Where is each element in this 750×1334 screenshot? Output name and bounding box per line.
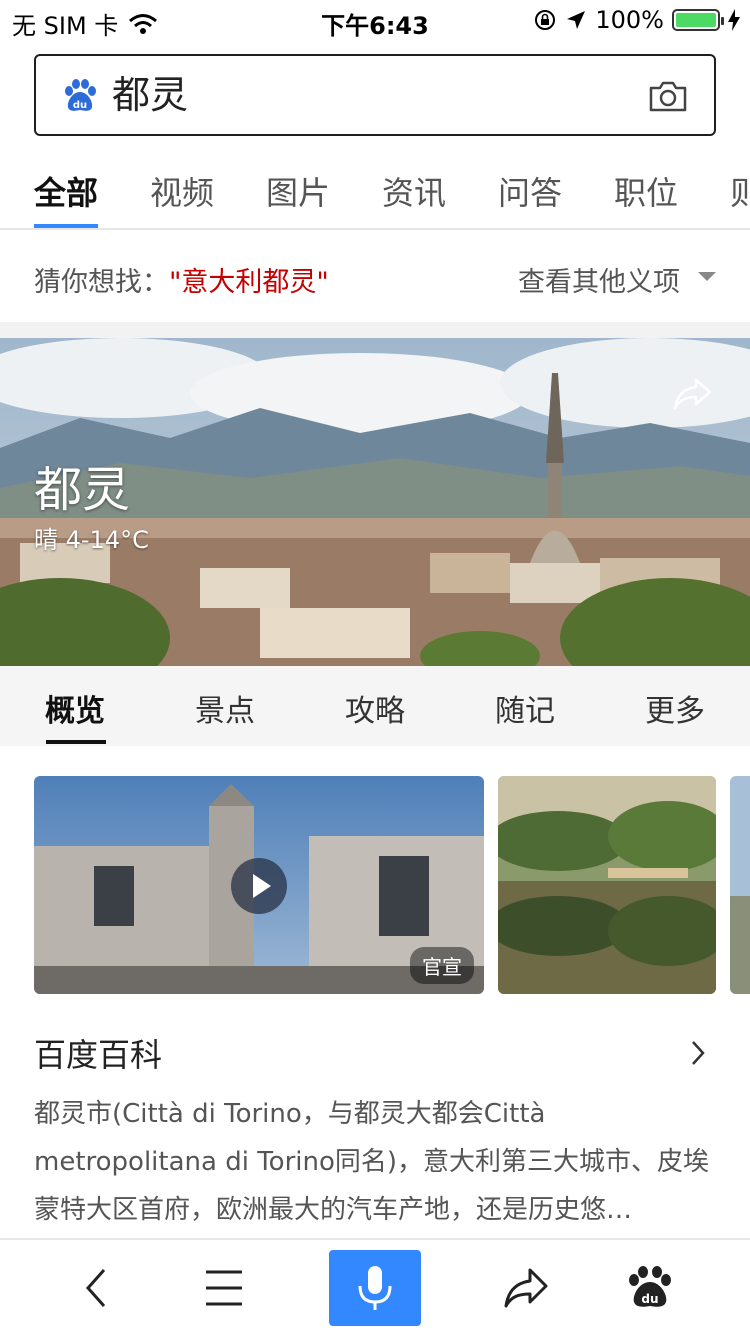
battery-icon: [672, 9, 724, 31]
baidu-paw-icon: du: [65, 79, 96, 111]
baidu-home-button[interactable]: du: [604, 1250, 696, 1326]
hero-city-name: 都灵: [34, 462, 131, 518]
tab-overview[interactable]: 概览: [0, 686, 150, 730]
tab-news[interactable]: 资讯: [382, 168, 446, 214]
section-tabs: 概览 景点 攻略 随记 更多: [0, 666, 750, 746]
camera-icon[interactable]: [648, 78, 688, 114]
tab-video[interactable]: 视频: [150, 168, 214, 214]
chevron-right-icon[interactable]: [690, 1040, 706, 1066]
voice-search-button[interactable]: [329, 1250, 421, 1326]
bottom-toolbar: du: [0, 1238, 750, 1334]
guess-term-link[interactable]: "意大利都灵": [169, 267, 329, 298]
baike-title[interactable]: 百度百科: [34, 1030, 162, 1076]
share-icon[interactable]: [672, 376, 714, 412]
tab-attractions[interactable]: 景点: [150, 686, 300, 730]
location-icon: [567, 11, 586, 29]
tab-notes[interactable]: 随记: [450, 686, 600, 730]
tab-more-cut[interactable]: 则: [730, 168, 750, 214]
hero-weather: 晴 4-14°C: [34, 526, 149, 554]
share-icon: [504, 1268, 548, 1308]
tab-more[interactable]: 更多: [600, 686, 750, 730]
svg-text:du: du: [73, 100, 87, 111]
media-carousel[interactable]: 官宣: [34, 776, 750, 994]
chevron-down-icon: [698, 272, 716, 281]
svg-text:du: du: [641, 1292, 658, 1306]
tab-images[interactable]: 图片: [266, 168, 330, 214]
section-tab-indicator: [46, 740, 106, 744]
back-button[interactable]: [50, 1250, 142, 1326]
tab-indicator: [34, 224, 98, 228]
hero-banner[interactable]: 都灵 晴 4-14°C: [0, 338, 750, 666]
baike-summary[interactable]: 都灵市(Città di Torino，与都灵大都会Città metropol…: [34, 1090, 724, 1234]
guess-row: 猜你想找："意大利都灵" 查看其他义项: [0, 232, 750, 322]
photo-card[interactable]: [498, 776, 716, 994]
menu-icon: [206, 1270, 242, 1306]
search-input[interactable]: 都灵: [112, 70, 188, 120]
menu-button[interactable]: [178, 1250, 270, 1326]
charging-icon: [728, 9, 740, 31]
other-meanings-button[interactable]: 查看其他义项: [518, 260, 680, 299]
rotation-lock-icon: [535, 10, 556, 30]
river-photo: [498, 776, 716, 994]
tab-jobs[interactable]: 职位: [614, 168, 678, 214]
search-box[interactable]: du 都灵: [34, 54, 716, 136]
share-button[interactable]: [480, 1250, 572, 1326]
tab-guides[interactable]: 攻略: [300, 686, 450, 730]
tab-qa[interactable]: 问答: [498, 168, 562, 214]
section-divider: [0, 322, 750, 338]
top-tabs: 全部 视频 图片 资讯 问答 职位 则: [0, 150, 750, 230]
microphone-icon: [358, 1266, 392, 1310]
partial-photo: [730, 776, 750, 994]
play-icon[interactable]: [231, 858, 287, 914]
photo-card-partial[interactable]: [730, 776, 750, 994]
guess-prefix: 猜你想找：: [34, 267, 169, 298]
guess-label: 猜你想找："意大利都灵": [34, 260, 329, 299]
tab-all[interactable]: 全部: [34, 168, 98, 214]
battery-percent: 100%: [595, 6, 664, 34]
official-badge: 官宣: [410, 947, 474, 984]
back-icon: [85, 1269, 106, 1307]
status-right: 100%: [533, 6, 740, 34]
status-bar: 无 SIM 卡 下午6:43 100%: [0, 0, 750, 40]
baidu-paw-icon: du: [629, 1266, 671, 1307]
video-card[interactable]: 官宣: [34, 776, 484, 994]
